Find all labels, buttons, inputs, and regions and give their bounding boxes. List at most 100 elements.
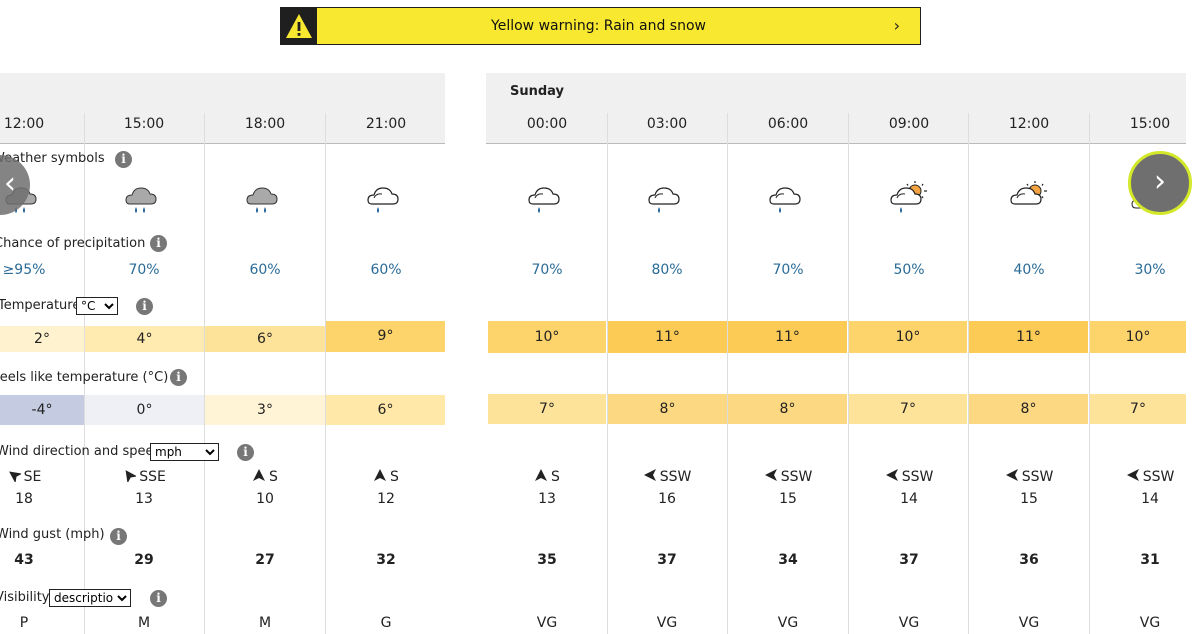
feels-like-cell: -4° — [0, 395, 84, 425]
temperature-cell: 11° — [969, 321, 1088, 353]
wind-unit-select[interactable]: mph — [150, 443, 219, 461]
temperature-cell: 11° — [728, 321, 847, 353]
wind-speed: 15 — [1020, 491, 1038, 507]
temperature-unit-select[interactable]: °C — [76, 297, 118, 315]
wind-arrow-icon — [252, 469, 269, 485]
time-label: 12:00 — [1008, 116, 1050, 132]
precip-value: 80% — [651, 262, 683, 278]
wind-gust: 29 — [134, 552, 154, 568]
rain-cloud-icon — [766, 178, 810, 218]
feels-like-cell: 7° — [1090, 394, 1186, 424]
rain-cloud-icon — [122, 178, 166, 218]
info-icon[interactable]: i — [150, 235, 167, 252]
info-icon[interactable]: i — [237, 444, 254, 461]
time-label: 21:00 — [365, 116, 407, 132]
feels-like-cell: 8° — [608, 394, 727, 424]
wind-gust: 34 — [778, 552, 798, 568]
gust-label: Wind gust (mph) — [0, 527, 105, 542]
temperature-cell: 10° — [488, 321, 606, 353]
temperature-cell: 11° — [608, 321, 727, 353]
wind-direction: S — [497, 468, 597, 485]
visibility-label: Visibility — [0, 590, 50, 605]
visibility-value: P — [19, 615, 29, 631]
temperature-cell: 10° — [849, 321, 967, 353]
wind-gust: 35 — [537, 552, 557, 568]
wind-direction-label: S — [551, 469, 560, 485]
precip-value: 70% — [772, 262, 804, 278]
visibility-value: VG — [898, 615, 920, 631]
wind-gust: 27 — [255, 552, 275, 568]
precip-value: 60% — [370, 262, 402, 278]
feels-like-cell: 6° — [326, 395, 445, 425]
time-label: 15:00 — [123, 116, 165, 132]
info-icon[interactable]: i — [110, 528, 127, 545]
temperature-cell: 10° — [1090, 321, 1186, 353]
warning-banner[interactable]: Yellow warning: Rain and snow › — [280, 7, 921, 45]
wind-arrow-icon — [643, 469, 660, 485]
temperature-cell: 4° — [85, 326, 204, 352]
wind-gust: 32 — [376, 552, 396, 568]
wind-gust: 37 — [657, 552, 677, 568]
precip-value: 40% — [1013, 262, 1045, 278]
precip-value: 60% — [249, 262, 281, 278]
wind-speed: 10 — [256, 491, 274, 507]
warning-text: Yellow warning: Rain and snow — [491, 18, 706, 34]
visibility-value: VG — [1139, 615, 1161, 631]
wind-direction-label: SSW — [1142, 469, 1175, 485]
day-label: Sunday — [510, 84, 565, 99]
feels-like-cell: 8° — [728, 394, 847, 424]
rain-cloud-icon — [364, 178, 408, 218]
wind-arrow-icon — [1005, 469, 1022, 485]
visibility-value: M — [258, 615, 272, 631]
visibility-value: M — [137, 615, 151, 631]
info-icon[interactable]: i — [136, 298, 153, 315]
wind-direction-label: SSW — [901, 469, 934, 485]
time-label: 00:00 — [526, 116, 568, 132]
wind-direction-label: S — [390, 469, 399, 485]
precip-value: ≥95% — [2, 262, 46, 278]
visibility-value: VG — [536, 615, 558, 631]
wind-arrow-icon — [1126, 469, 1143, 485]
wind-direction-label: SSW — [1021, 469, 1054, 485]
feels-like-cell: 0° — [85, 395, 204, 425]
wind-label: Wind direction and speed — [0, 444, 162, 459]
info-icon[interactable]: i — [115, 151, 132, 168]
feels-like-label: Feels like temperature (°C) — [0, 370, 169, 385]
time-label: 03:00 — [646, 116, 688, 132]
precip-value: 70% — [531, 262, 563, 278]
wind-gust: 43 — [14, 552, 34, 568]
wind-speed: 18 — [15, 491, 33, 507]
warning-triangle-icon — [281, 8, 317, 44]
rain-cloud-icon — [243, 178, 287, 218]
feels-like-cell: 7° — [849, 394, 967, 424]
feels-like-cell: 8° — [969, 394, 1088, 424]
wind-gust: 37 — [899, 552, 919, 568]
wind-arrow-icon — [534, 469, 551, 485]
info-icon[interactable]: i — [150, 590, 167, 607]
precip-value: 50% — [893, 262, 925, 278]
temperature-label: Temperature — [0, 298, 81, 313]
wind-speed: 12 — [377, 491, 395, 507]
next-arrow-button[interactable]: › — [1128, 151, 1192, 215]
wind-direction-label: SSE — [139, 469, 166, 485]
rain-cloud-icon — [645, 178, 689, 218]
precip-label: Chance of precipitation — [0, 236, 146, 251]
time-label: 15:00 — [1129, 116, 1171, 132]
wind-arrow-icon — [764, 469, 781, 485]
visibility-value: VG — [777, 615, 799, 631]
wind-arrow-icon — [122, 469, 139, 485]
time-label: 12:00 — [3, 116, 45, 132]
wind-direction: SE — [0, 468, 74, 485]
wind-direction-label: S — [269, 469, 278, 485]
time-header-left — [0, 73, 445, 144]
wind-direction: SSW — [1100, 468, 1200, 485]
wind-speed: 16 — [658, 491, 676, 507]
visibility-mode-select[interactable]: description — [49, 589, 131, 607]
wind-direction-label: SSW — [659, 469, 692, 485]
wind-direction: SSW — [617, 468, 717, 485]
info-icon[interactable]: i — [170, 369, 187, 386]
wind-direction: SSE — [94, 468, 194, 485]
precip-value: 30% — [1134, 262, 1166, 278]
wind-speed: 13 — [538, 491, 556, 507]
wind-speed: 13 — [135, 491, 153, 507]
